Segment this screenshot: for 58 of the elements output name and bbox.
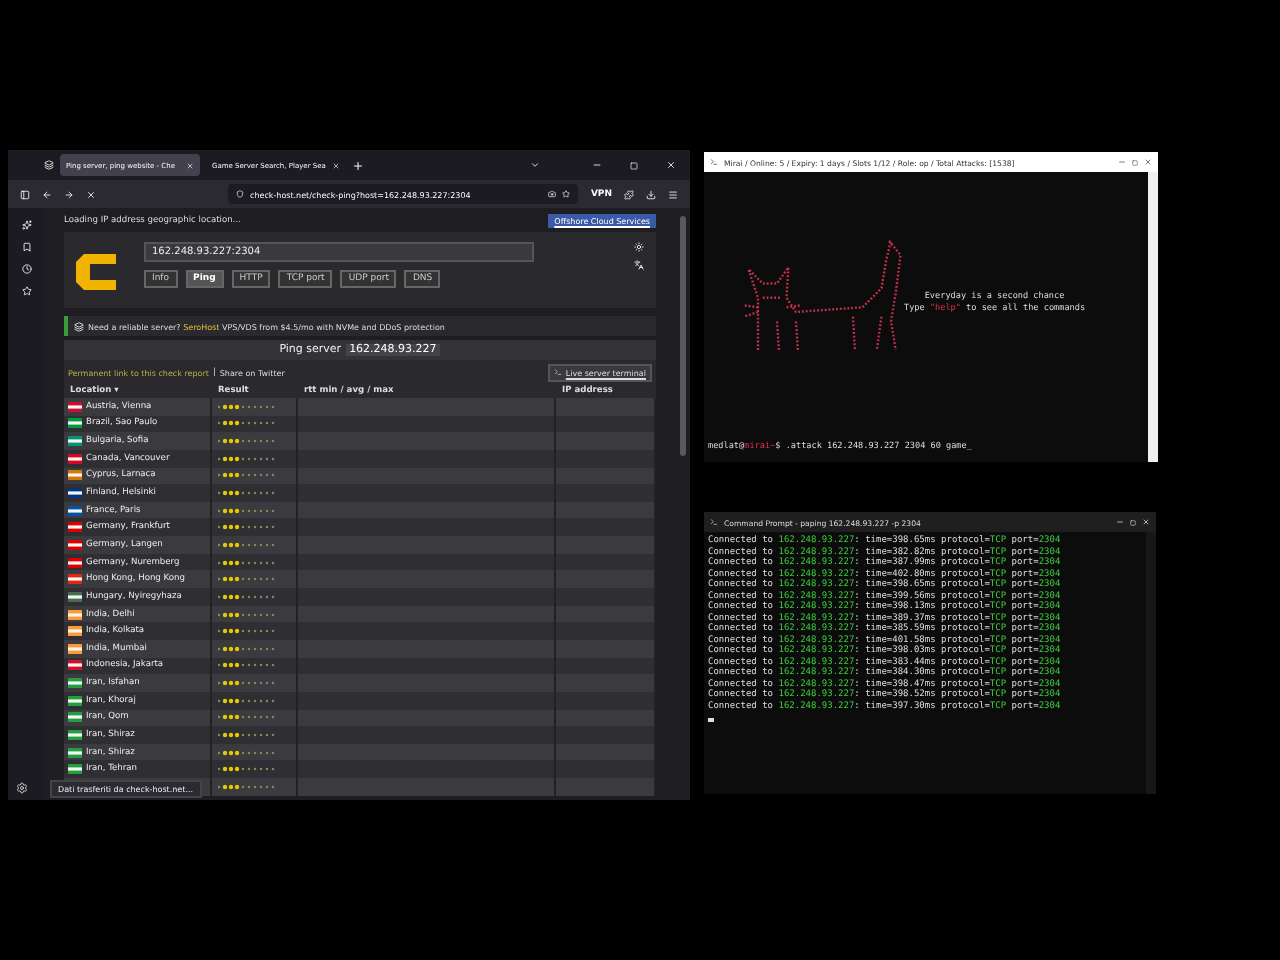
terminal-icon bbox=[710, 158, 718, 166]
history-icon[interactable] bbox=[21, 264, 31, 274]
pending-dots-icon bbox=[216, 731, 276, 738]
new-tab-icon[interactable] bbox=[352, 159, 364, 171]
pending-dots-icon bbox=[216, 645, 276, 652]
language-icon[interactable] bbox=[634, 260, 644, 270]
pending-dots-icon bbox=[216, 559, 276, 566]
chevron-down-icon[interactable] bbox=[530, 160, 540, 170]
theme-icon[interactable] bbox=[634, 242, 644, 252]
ip-cell bbox=[556, 588, 656, 606]
terminal-icon bbox=[710, 518, 718, 526]
pending-dots-icon bbox=[216, 662, 276, 669]
text-cursor bbox=[708, 718, 714, 721]
pending-dots-icon bbox=[216, 420, 276, 427]
sidebar-icon[interactable] bbox=[20, 189, 30, 199]
pending-dots-icon bbox=[216, 438, 276, 445]
ip-cell bbox=[556, 674, 656, 692]
menu-icon[interactable] bbox=[668, 189, 678, 199]
pending-dots-icon bbox=[216, 593, 276, 600]
settings-icon[interactable] bbox=[16, 782, 28, 794]
pending-dots-icon bbox=[216, 403, 276, 410]
pending-dots-icon bbox=[216, 628, 276, 635]
pending-dots-icon bbox=[216, 541, 276, 548]
bookmark-icon[interactable] bbox=[21, 242, 31, 252]
scrollbar-thumb[interactable] bbox=[680, 216, 686, 456]
ip-cell bbox=[556, 726, 656, 744]
logo-icon bbox=[76, 254, 116, 290]
ip-cell bbox=[556, 484, 656, 502]
tab-list-icon[interactable] bbox=[44, 160, 54, 170]
ip-cell bbox=[556, 570, 656, 589]
pending-dots-icon bbox=[216, 783, 276, 790]
pending-dots-icon bbox=[216, 524, 276, 531]
pending-dots-icon bbox=[216, 766, 276, 773]
pending-dots-icon bbox=[216, 507, 276, 514]
maximize-icon[interactable] bbox=[1132, 159, 1138, 165]
minimize-icon[interactable] bbox=[592, 160, 602, 170]
ip-cell bbox=[556, 622, 656, 640]
server-icon bbox=[74, 321, 84, 331]
ip-cell bbox=[556, 760, 656, 779]
sparkles-icon[interactable] bbox=[21, 220, 31, 230]
back-icon[interactable] bbox=[42, 189, 52, 199]
pending-dots-icon bbox=[216, 714, 276, 721]
pending-dots-icon bbox=[216, 680, 276, 687]
star-icon[interactable] bbox=[21, 286, 31, 296]
ip-cell bbox=[556, 536, 656, 554]
pending-dots-icon bbox=[216, 697, 276, 704]
pending-dots-icon bbox=[216, 576, 276, 583]
terminal-icon bbox=[553, 368, 562, 376]
forward-icon[interactable] bbox=[64, 189, 74, 199]
pending-dots-icon bbox=[216, 472, 276, 479]
extension-icon[interactable] bbox=[624, 189, 634, 199]
pending-dots-icon bbox=[216, 490, 276, 497]
pending-dots-icon bbox=[216, 455, 276, 462]
ip-cell bbox=[556, 432, 656, 450]
pending-dots-icon bbox=[216, 611, 276, 617]
pending-dots-icon bbox=[216, 749, 276, 756]
download-icon[interactable] bbox=[646, 189, 656, 199]
ip-cell bbox=[556, 518, 656, 537]
